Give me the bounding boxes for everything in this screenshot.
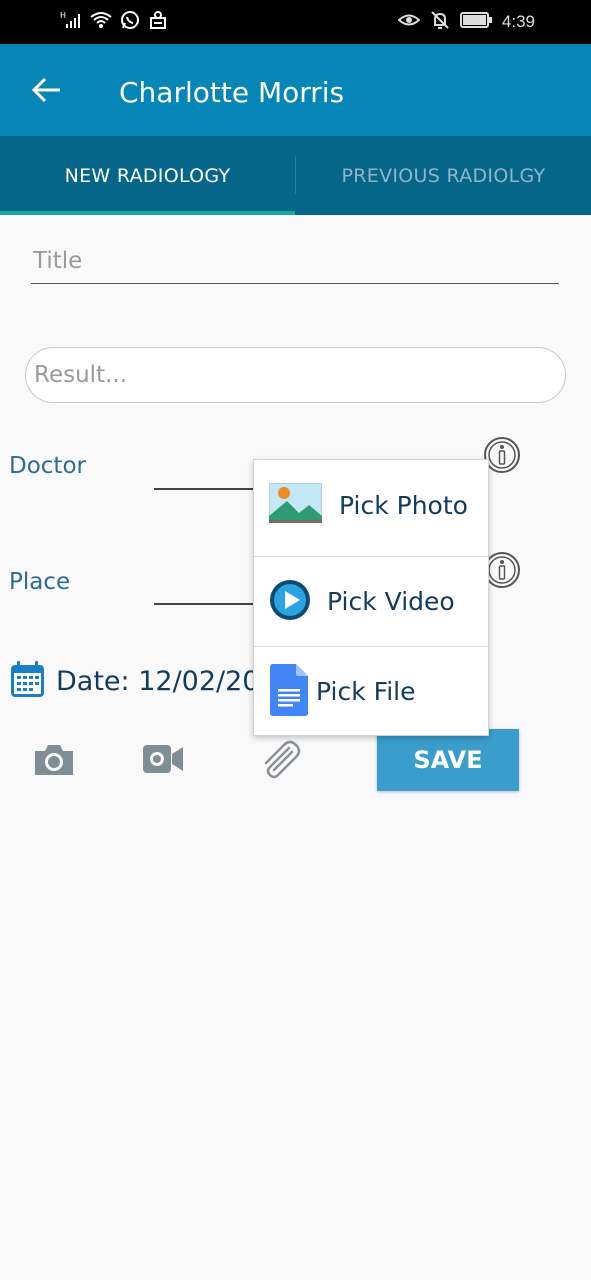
result-placeholder: Result... bbox=[34, 362, 127, 388]
video-camera-icon bbox=[142, 745, 184, 779]
date-row[interactable]: Date: 12/02/20 bbox=[9, 659, 259, 703]
whatsapp-icon bbox=[120, 10, 140, 34]
image-icon bbox=[268, 482, 323, 527]
app-bar: Charlotte Morris bbox=[0, 44, 591, 136]
bell-off-icon bbox=[430, 10, 450, 34]
attach-button[interactable] bbox=[256, 736, 302, 786]
status-bar: H 4:39 bbox=[0, 0, 591, 44]
date-text: Date: 12/02/20 bbox=[56, 665, 260, 697]
document-icon bbox=[270, 663, 308, 720]
place-input[interactable] bbox=[154, 603, 254, 605]
signal-icon: H bbox=[60, 10, 82, 34]
pick-video-item[interactable]: Pick Video bbox=[254, 556, 488, 646]
calendar-icon bbox=[9, 659, 46, 703]
notification-icon bbox=[148, 10, 168, 34]
place-label: Place bbox=[9, 569, 71, 595]
save-button[interactable]: SAVE bbox=[377, 729, 519, 791]
battery-icon bbox=[459, 12, 492, 32]
pick-video-label: Pick Video bbox=[327, 587, 455, 616]
paperclip-icon bbox=[256, 740, 302, 786]
doctor-input[interactable] bbox=[154, 488, 254, 490]
wifi-icon bbox=[90, 10, 112, 34]
attachment-popup-menu: Pick Photo Pick Video Pick File bbox=[253, 459, 489, 736]
play-icon bbox=[269, 579, 311, 625]
title-input[interactable]: Title bbox=[31, 240, 559, 284]
tab-previous-radiology[interactable]: PREVIOUS RADIOLGY bbox=[296, 136, 591, 215]
video-button[interactable] bbox=[142, 743, 184, 779]
tab-indicator bbox=[0, 211, 295, 215]
pick-file-label: Pick File bbox=[316, 677, 416, 706]
pick-file-item[interactable]: Pick File bbox=[254, 646, 488, 735]
doctor-label: Doctor bbox=[9, 453, 86, 479]
title-placeholder: Title bbox=[33, 248, 83, 274]
eye-icon bbox=[397, 11, 421, 33]
pick-photo-item[interactable]: Pick Photo bbox=[254, 460, 488, 550]
result-input[interactable]: Result... bbox=[25, 347, 566, 403]
camera-button[interactable] bbox=[33, 741, 75, 781]
camera-icon bbox=[33, 745, 75, 781]
page-title: Charlotte Morris bbox=[119, 76, 345, 109]
svg-text:H: H bbox=[60, 11, 66, 20]
tab-bar: NEW RADIOLOGY PREVIOUS RADIOLGY bbox=[0, 136, 591, 215]
back-button[interactable] bbox=[26, 72, 66, 108]
pick-photo-label: Pick Photo bbox=[339, 490, 468, 520]
tab-new-radiology[interactable]: NEW RADIOLOGY bbox=[0, 136, 295, 215]
status-time: 4:39 bbox=[501, 12, 535, 31]
arrow-left-icon bbox=[26, 77, 66, 112]
